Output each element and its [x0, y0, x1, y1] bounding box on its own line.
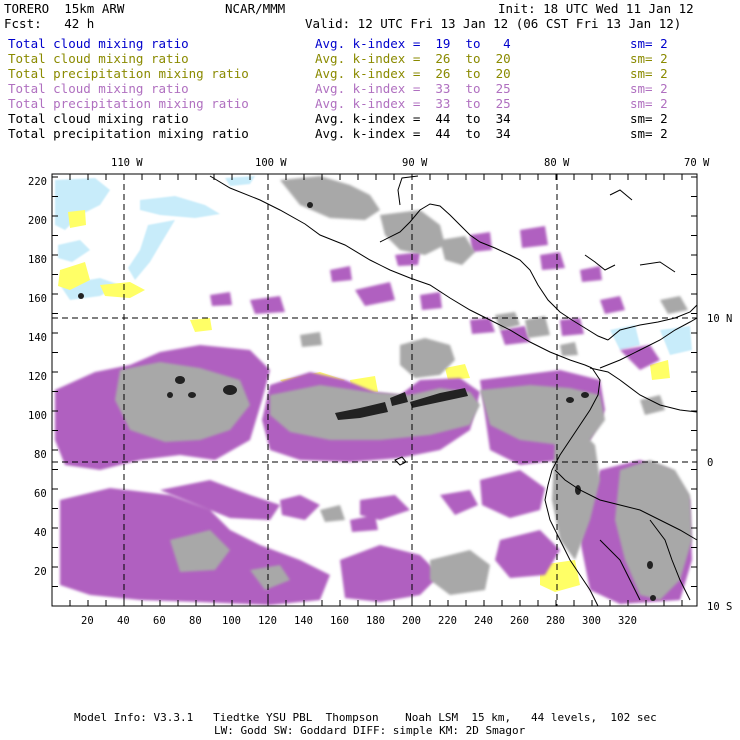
- x-tick-label: 100: [222, 615, 241, 627]
- y-tick-label: 120: [28, 371, 47, 383]
- lon-label: 70 W: [684, 157, 710, 169]
- y-tick-label: 80: [34, 449, 47, 461]
- longitude-labels: 110 W 100 W 90 W 80 W 70 W: [111, 157, 710, 169]
- x-tick-label: 40: [117, 615, 130, 627]
- forecast-map: 220 200 180 160 140 120 100 80 60 40 20 …: [28, 157, 732, 627]
- x-tick-label: 240: [474, 615, 493, 627]
- lat-label: 0: [707, 457, 713, 469]
- x-tick-label: 280: [546, 615, 565, 627]
- x-tick-label: 140: [294, 615, 313, 627]
- x-tick-label: 120: [258, 615, 277, 627]
- y-tick-label: 160: [28, 293, 47, 305]
- y-tick-label: 100: [28, 410, 47, 422]
- x-tick-label: 20: [81, 615, 94, 627]
- x-tick-label: 320: [618, 615, 637, 627]
- x-tick-label: 200: [402, 615, 421, 627]
- x-tick-label: 260: [510, 615, 529, 627]
- x-tick-label: 60: [153, 615, 166, 627]
- x-tick-label: 180: [366, 615, 385, 627]
- y-tick-label: 20: [34, 566, 47, 578]
- x-tick-label: 300: [582, 615, 601, 627]
- lat-label: 10 N: [707, 313, 732, 325]
- y-tick-label: 140: [28, 332, 47, 344]
- lon-label: 90 W: [402, 157, 428, 169]
- x-tick-label: 80: [189, 615, 202, 627]
- lon-label: 100 W: [255, 157, 287, 169]
- x-tick-label: 160: [330, 615, 349, 627]
- model-info-line1: Model Info: V3.3.1 Tiedtke YSU PBL Thomp…: [74, 711, 657, 724]
- y-tick-label: 40: [34, 527, 47, 539]
- y-tick-label: 60: [34, 488, 47, 500]
- model-info-line2: LW: Godd SW: Goddard DIFF: simple KM: 2D…: [214, 724, 526, 737]
- x-tick-label: 220: [438, 615, 457, 627]
- lat-label: 10 S: [707, 601, 732, 613]
- x-axis: 20 40 60 80 100 120 140 160 180 200 220 …: [81, 615, 637, 627]
- y-axis: 220 200 180 160 140 120 100 80 60 40 20: [28, 176, 47, 578]
- latitude-labels: 10 N 0 10 S: [707, 313, 732, 613]
- y-tick-label: 180: [28, 254, 47, 266]
- y-tick-label: 200: [28, 215, 47, 227]
- lon-label: 80 W: [544, 157, 570, 169]
- lon-label: 110 W: [111, 157, 143, 169]
- y-tick-label: 220: [28, 176, 47, 188]
